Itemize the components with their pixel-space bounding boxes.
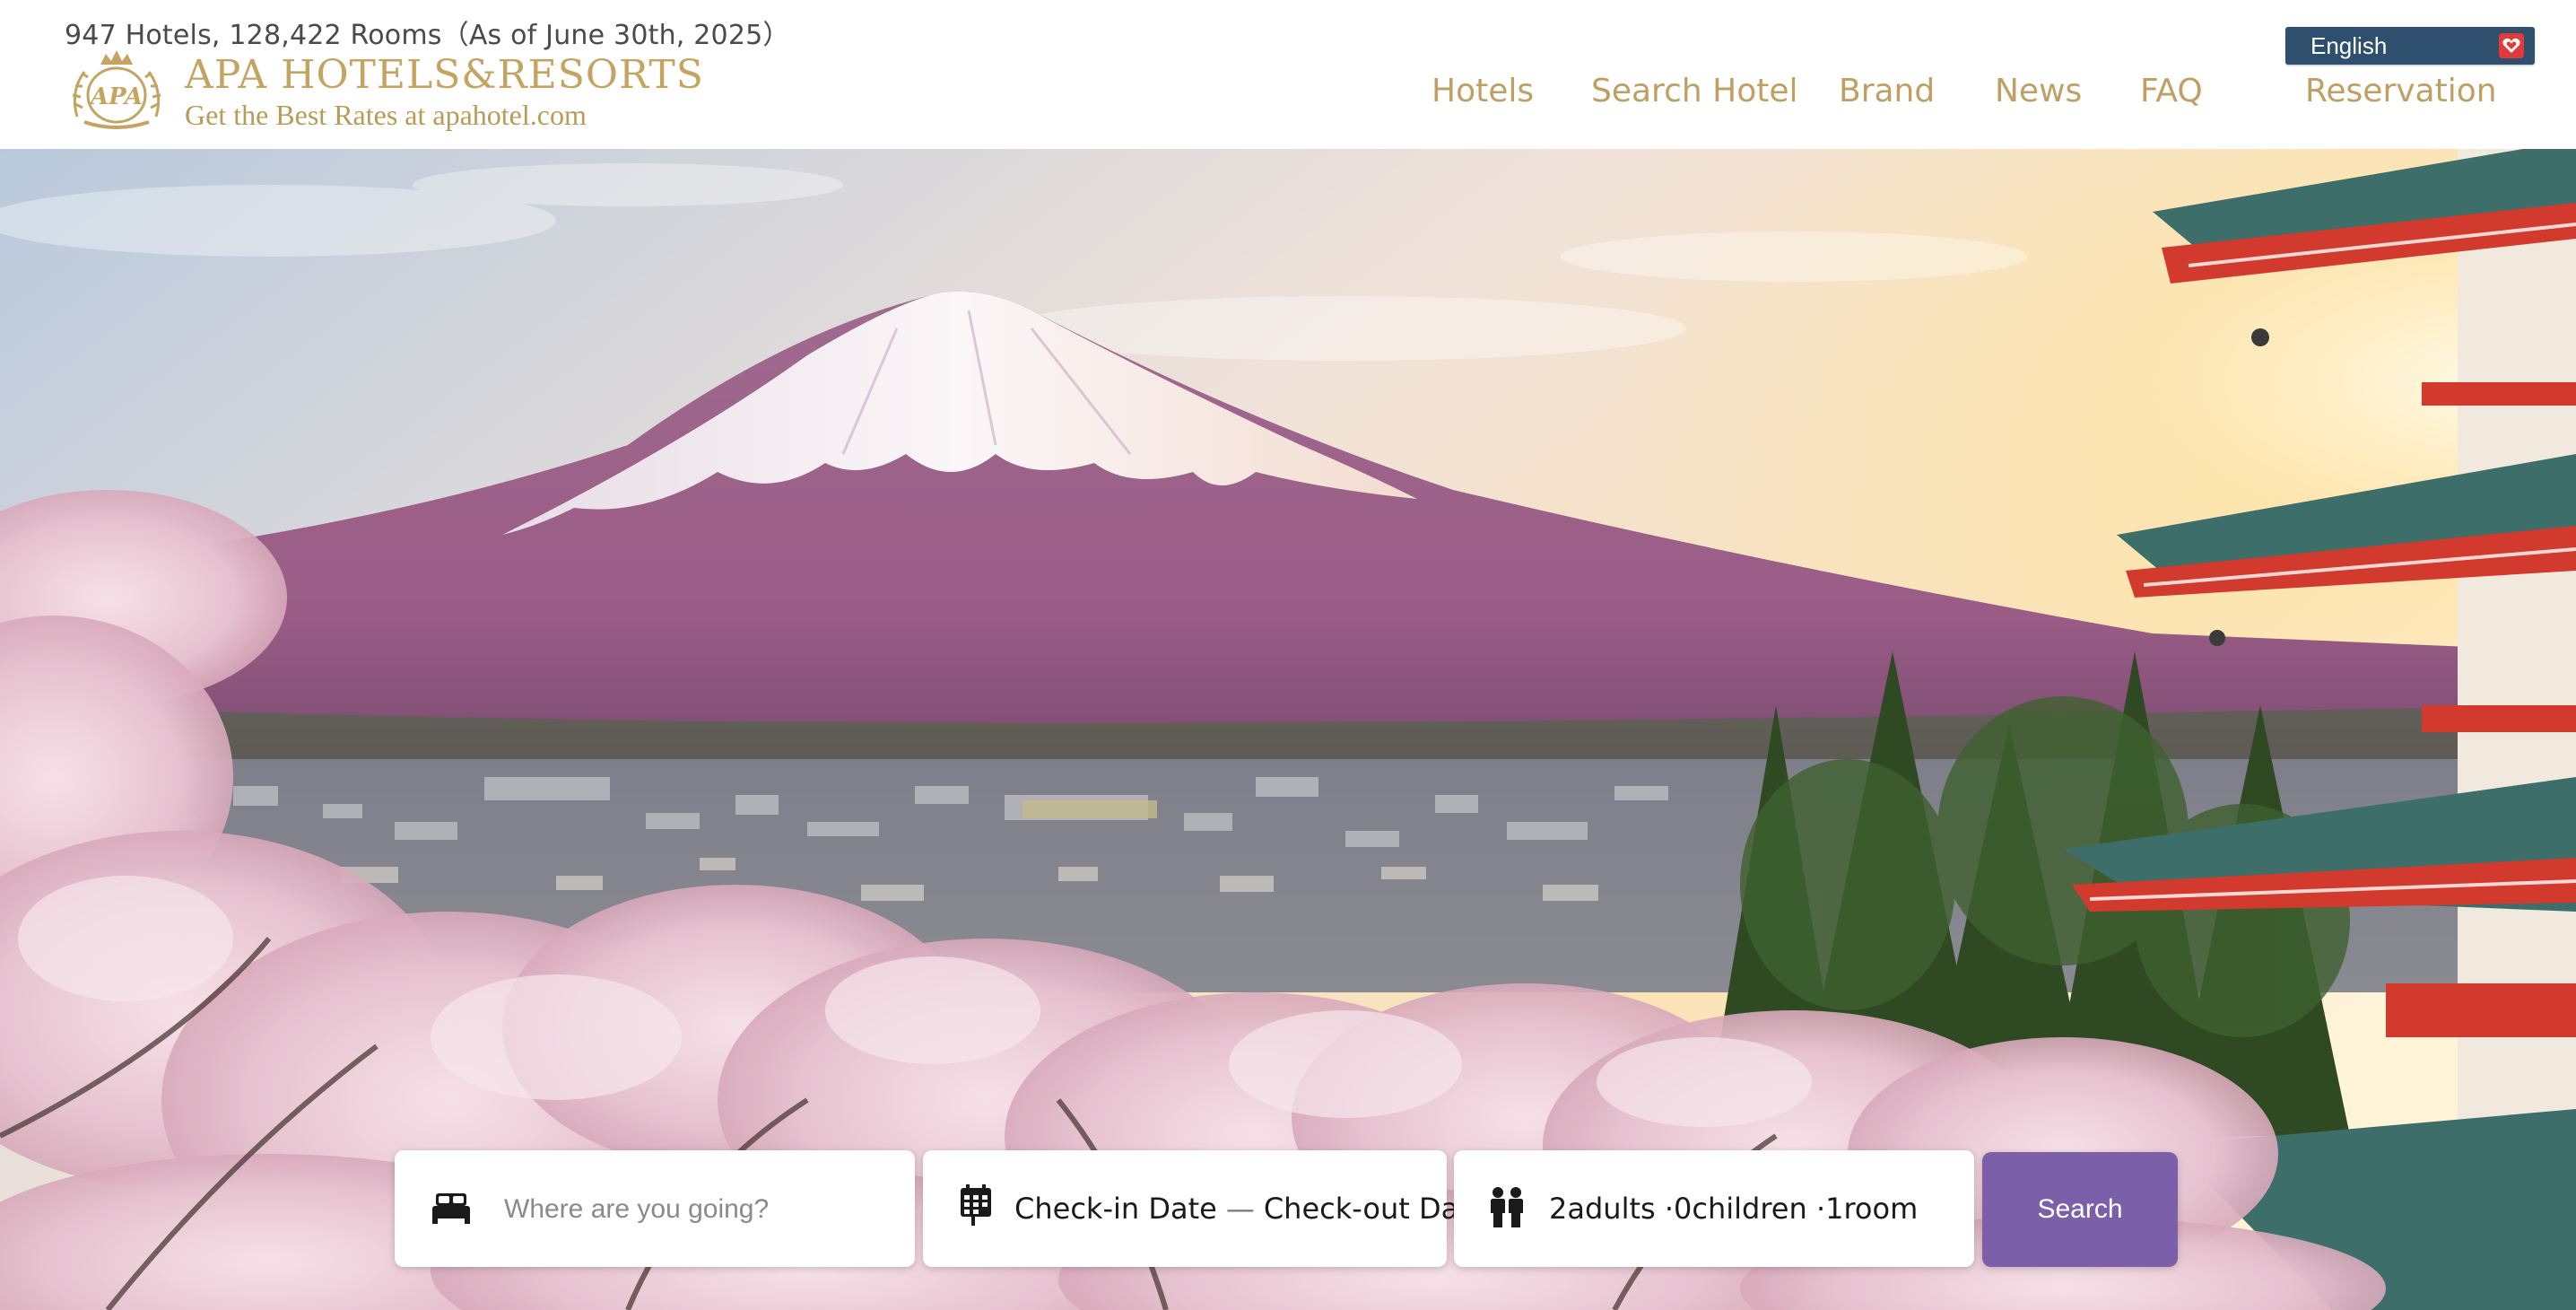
people-icon <box>1491 1187 1523 1227</box>
nav-brand[interactable]: Brand <box>1839 70 1935 113</box>
language-selector[interactable]: English <box>2285 27 2535 65</box>
nav-reservation[interactable]: Reservation <box>2305 70 2497 113</box>
nav-news[interactable]: News <box>1995 70 2082 113</box>
fuji-landscape-illustration <box>0 149 2576 1310</box>
guests-field[interactable]: 2adults ·0children ·1room <box>1454 1150 1974 1267</box>
nav-hotels[interactable]: Hotels <box>1432 70 1534 113</box>
main-nav: Hotels Search Hotel Brand News FAQ Reser… <box>0 70 2576 113</box>
bed-icon <box>432 1193 470 1224</box>
destination-field[interactable] <box>395 1150 915 1269</box>
nav-faq[interactable]: FAQ <box>2140 70 2203 113</box>
calendar-icon <box>961 1184 991 1226</box>
heart-logo-icon <box>2499 33 2524 58</box>
hero-image <box>0 149 2576 1310</box>
guests-text: 2adults ·0children ·1room <box>1549 1192 1919 1226</box>
nav-search-hotel[interactable]: Search Hotel <box>1591 70 1797 113</box>
search-button[interactable]: Search <box>1982 1152 2178 1267</box>
date-range-field[interactable]: Check-in Date — Check-out Date <box>923 1150 1487 1267</box>
date-range-text: Check-in Date — Check-out Date <box>1014 1150 1487 1267</box>
destination-input[interactable] <box>502 1150 901 1269</box>
site-header: 947 Hotels, 128,422 Rooms（As of June 30t… <box>0 0 2576 149</box>
date-separator: — <box>1225 1192 1255 1226</box>
language-label: English <box>2311 32 2388 59</box>
checkin-date[interactable]: Check-in Date <box>1014 1192 1217 1226</box>
